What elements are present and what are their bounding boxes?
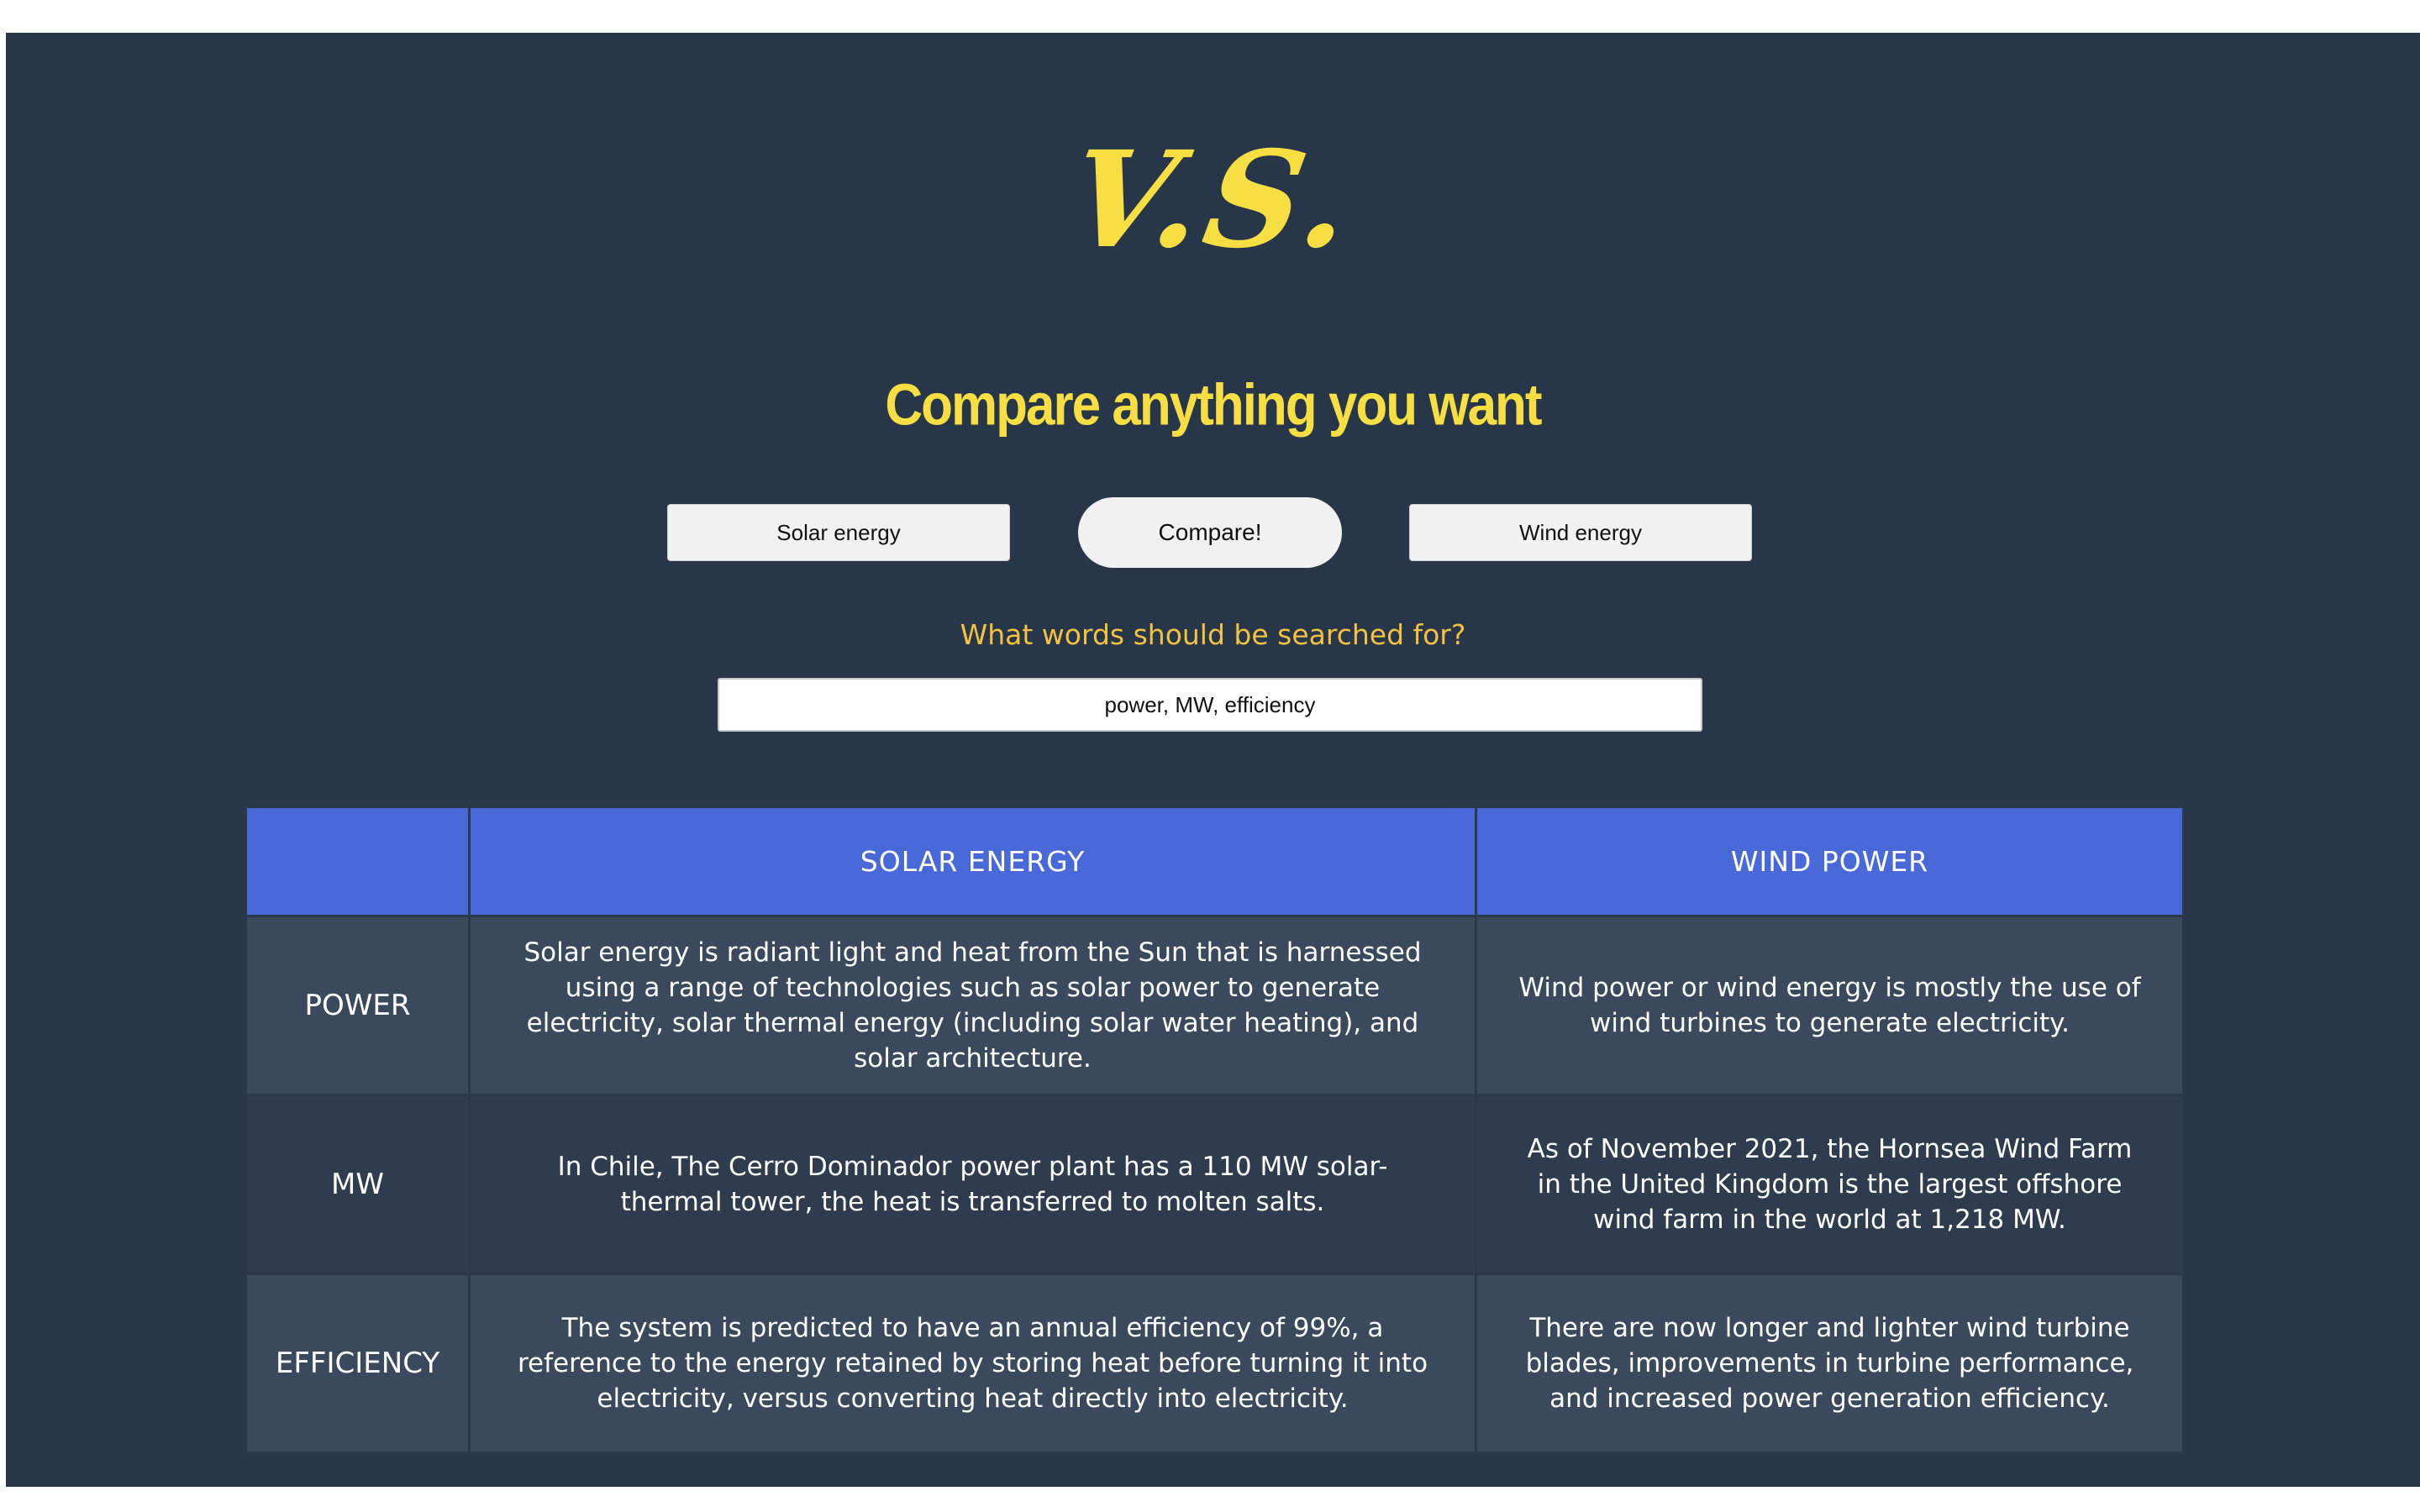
table-row: POWER Solar energy is radiant light and …	[245, 915, 2185, 1096]
table-header-row: SOLAR ENERGY WIND POWER	[245, 806, 2185, 917]
table-cell-topic-a: In Chile, The Cerro Dominador power plan…	[468, 1094, 1477, 1275]
logo: V.S.	[1057, 123, 1369, 278]
app-container: V.S. Compare anything you want Compare! …	[6, 33, 2420, 1487]
table-row: MW In Chile, The Cerro Dominador power p…	[245, 1094, 2185, 1275]
topic-a-input[interactable]	[667, 504, 1010, 561]
row-label: POWER	[245, 915, 471, 1096]
search-words-label: What words should be searched for?	[960, 618, 1466, 651]
page-tagline: Compare anything you want	[885, 372, 1542, 438]
search-words-input[interactable]	[718, 678, 1702, 732]
table-header-topic-a: SOLAR ENERGY	[468, 806, 1477, 917]
table-header-topic-b: WIND POWER	[1475, 806, 2185, 917]
table-cell-topic-a: Solar energy is radiant light and heat f…	[468, 915, 1477, 1096]
compare-button[interactable]: Compare!	[1078, 497, 1342, 568]
row-label: MW	[245, 1094, 471, 1275]
table-cell-topic-b: As of November 2021, the Hornsea Wind Fa…	[1475, 1094, 2185, 1275]
topic-b-input[interactable]	[1409, 504, 1752, 561]
table-cell-topic-b: There are now longer and lighter wind tu…	[1475, 1273, 2185, 1454]
comparison-table: SOLAR ENERGY WIND POWER POWER Solar ener…	[245, 806, 2185, 1454]
table-row: EFFICIENCY The system is predicted to ha…	[245, 1273, 2185, 1454]
row-label: EFFICIENCY	[245, 1273, 471, 1454]
table-cell-topic-b: Wind power or wind energy is mostly the …	[1475, 915, 2185, 1096]
table-header-corner	[245, 806, 471, 917]
table-cell-topic-a: The system is predicted to have an annua…	[468, 1273, 1477, 1454]
